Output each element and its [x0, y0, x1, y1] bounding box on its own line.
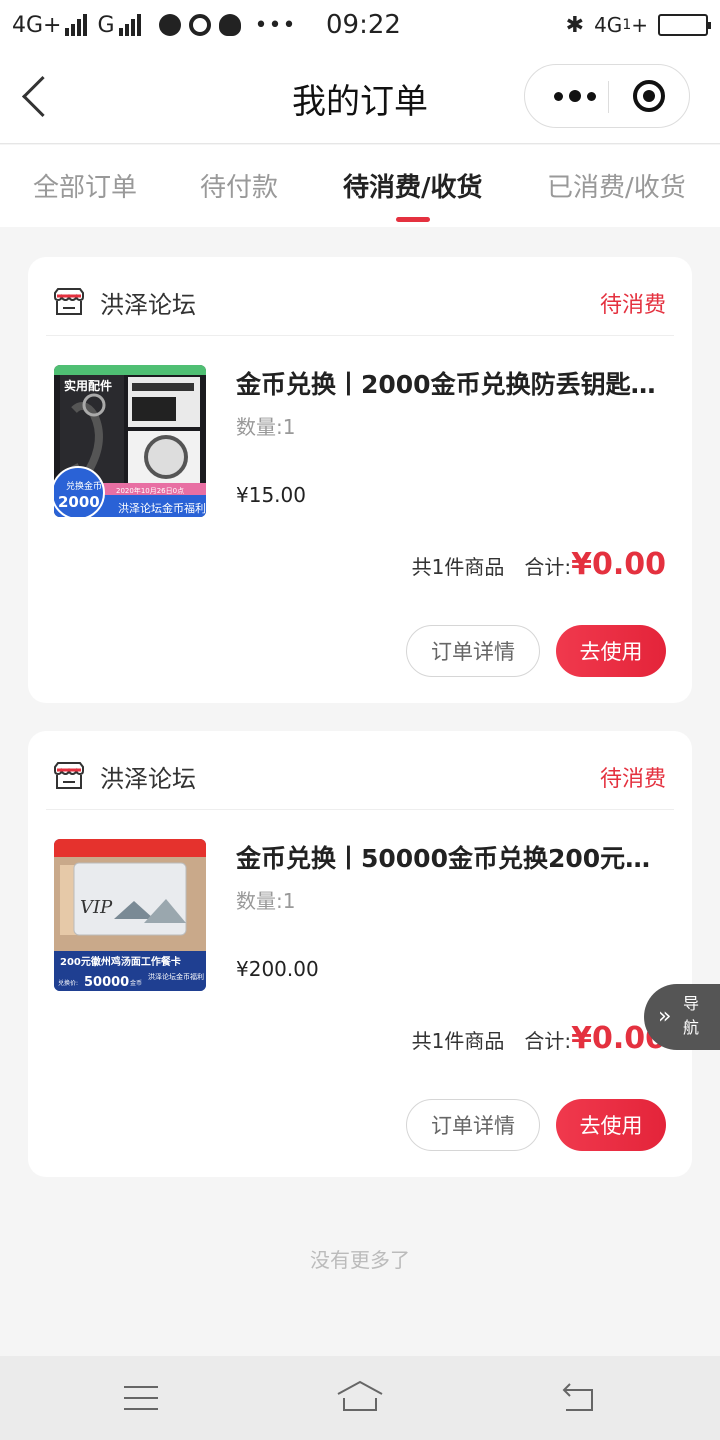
thumb-coin-value: 2000 [58, 493, 100, 511]
order-card: 洪泽论坛 待消费 洪泽论坛金币福利 兑换金币 2000 2020年10月26日0… [28, 257, 692, 703]
order-card: 洪泽论坛 待消费 VIP 200元徽州鸡汤面工作餐卡 兑换价: 50000 金币… [28, 731, 692, 1177]
use-button[interactable]: 去使用 [556, 625, 666, 677]
signal-icon [65, 14, 89, 36]
tab-completed[interactable]: 已消费/收货 [547, 167, 686, 204]
item-count: 共1件商品 [411, 1029, 505, 1053]
capsule-divider [608, 81, 609, 113]
floating-navigation-button[interactable]: » 导航 [644, 984, 720, 1050]
thumb-footer-text: 洪泽论坛金币福利 [118, 501, 206, 515]
product-title[interactable]: 金币兑换丨2000金币兑换防丢钥匙… [236, 365, 666, 401]
divider [46, 809, 674, 810]
order-detail-button[interactable]: 订单详情 [406, 625, 540, 677]
thumb-vip-text: VIP [80, 897, 113, 918]
shop-icon [54, 762, 84, 789]
product-quantity: 数量:1 [236, 415, 296, 439]
order-summary: 共1件商品 合计: ¥0.00 [412, 1021, 666, 1056]
system-navigation-bar [0, 1356, 720, 1440]
total-label: 合计: [524, 1029, 572, 1053]
thumb-headline: 200元徽州鸡汤面工作餐卡 [60, 955, 181, 968]
menu-icon[interactable] [124, 1386, 158, 1410]
order-tabs: 全部订单 待付款 待消费/收货 已消费/收货 [0, 145, 720, 227]
thumb-coin-unit: 金币 [130, 979, 142, 987]
double-chevron-icon: » [658, 1004, 672, 1029]
order-status: 待消费 [599, 293, 666, 318]
keychain-product-image: 洪泽论坛金币福利 兑换金币 2000 2020年10月26日0点 实用配件 [54, 365, 206, 517]
product-quantity: 数量:1 [236, 889, 296, 913]
thumb-coin-label: 兑换价: [58, 979, 78, 987]
total-label: 合计: [524, 555, 572, 579]
network-g-label: G [97, 12, 115, 38]
status-left: 4G+ G ••• [12, 10, 296, 40]
divider [46, 335, 674, 336]
order-summary: 共1件商品 合计: ¥0.00 [412, 547, 666, 582]
order-status: 待消费 [599, 767, 666, 792]
browser-icon [158, 14, 181, 36]
battery-icon [658, 14, 711, 36]
thumb-date-text: 2020年10月26日0点 [116, 486, 184, 495]
no-more-text: 没有更多了 [310, 1248, 410, 1272]
product-price: ¥15.00 [236, 483, 306, 507]
floating-nav-label: 导航 [682, 994, 699, 1037]
status-right: ✱ 4G 1 + [565, 10, 711, 40]
tab-all-orders[interactable]: 全部订单 [33, 167, 137, 204]
shop-name[interactable]: 洪泽论坛 [100, 285, 196, 320]
thumb-banner-text: 实用配件 [64, 378, 112, 393]
thumb-coin-label: 兑换金币 [66, 480, 102, 492]
network-4g-label: 4G+ [12, 12, 62, 38]
tab-pending-payment[interactable]: 待付款 [200, 167, 278, 204]
home-icon[interactable] [336, 1380, 384, 1412]
mini-program-capsule [524, 64, 690, 128]
product-thumbnail[interactable]: 洪泽论坛金币福利 兑换金币 2000 2020年10月26日0点 实用配件 [54, 365, 206, 517]
tab-pending-use[interactable]: 待消费/收货 [343, 167, 483, 204]
product-title[interactable]: 金币兑换丨50000金币兑换200元… [236, 839, 666, 875]
network-plus-label: + [631, 13, 648, 37]
signal-icon-2 [118, 14, 143, 36]
total-amount: ¥0.00 [571, 547, 666, 582]
product-price: ¥200.00 [236, 957, 319, 981]
product-thumbnail[interactable]: VIP 200元徽州鸡汤面工作餐卡 兑换价: 50000 金币 洪泽论坛金币福利 [54, 839, 206, 991]
more-notifications-icon: ••• [254, 12, 297, 38]
active-tab-indicator [396, 217, 430, 222]
return-icon[interactable] [560, 1382, 596, 1412]
thumb-coin-value: 50000 [84, 975, 129, 990]
use-button[interactable]: 去使用 [556, 1099, 666, 1151]
close-target-icon[interactable] [633, 80, 665, 112]
order-detail-button[interactable]: 订单详情 [406, 1099, 540, 1151]
vip-card-product-image: VIP 200元徽州鸡汤面工作餐卡 兑换价: 50000 金币 洪泽论坛金币福利 [54, 839, 206, 991]
clock: 09:22 [326, 10, 401, 40]
shop-icon [54, 288, 84, 315]
app-notification-icon [188, 14, 211, 36]
status-bar: 4G+ G ••• 09:22 ✱ 4G 1 + [0, 0, 720, 50]
navigation-bar: 我的订单 [0, 50, 720, 144]
more-icon[interactable] [543, 65, 607, 127]
qq-icon [218, 14, 241, 36]
thumb-footer-text: 洪泽论坛金币福利 [148, 972, 204, 981]
network-sim-label: 1 [622, 17, 632, 33]
shop-name[interactable]: 洪泽论坛 [100, 759, 196, 794]
bluetooth-icon: ✱ [565, 12, 585, 38]
network-4g-right-label: 4G [594, 13, 623, 37]
item-count: 共1件商品 [411, 555, 505, 579]
